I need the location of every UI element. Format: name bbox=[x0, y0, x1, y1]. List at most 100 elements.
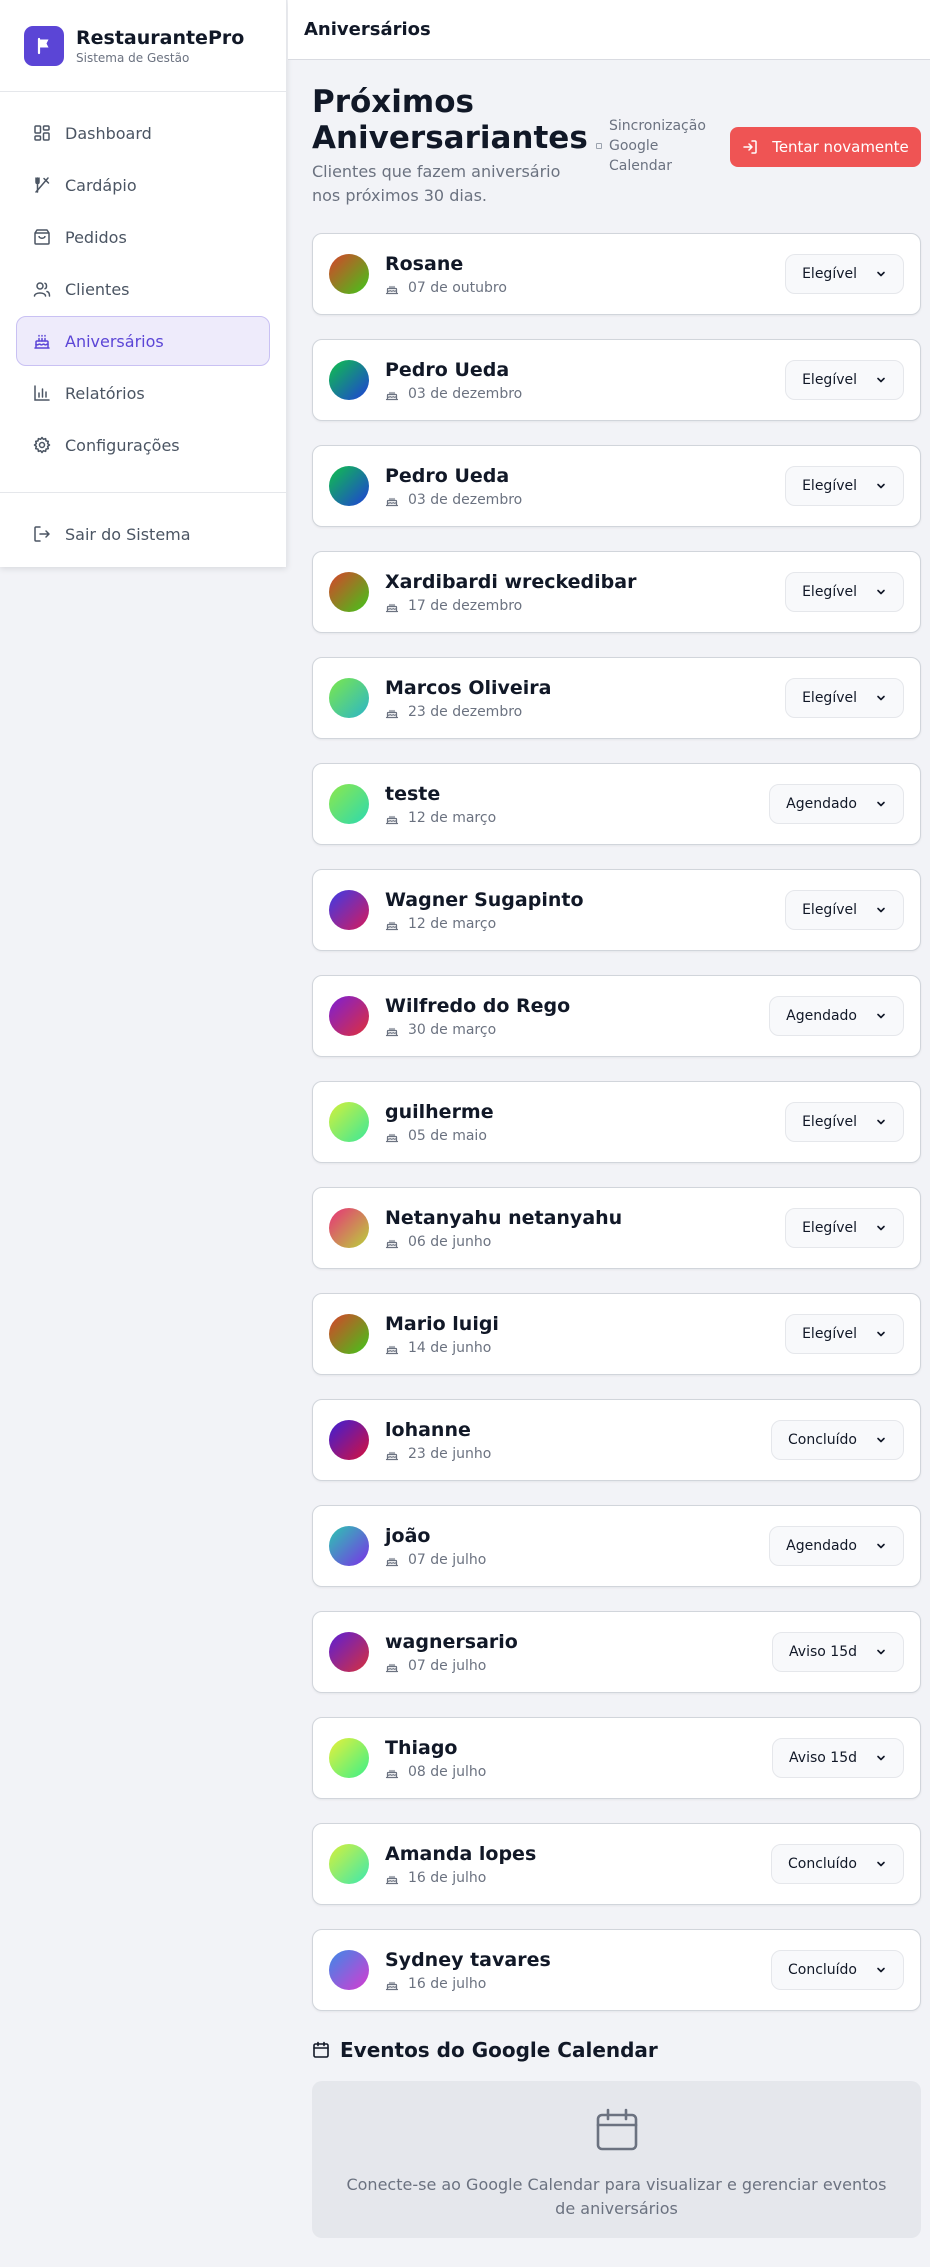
birthday-date-label: 16 de julho bbox=[408, 1869, 487, 1886]
birthday-date: 23 de dezembro bbox=[385, 702, 785, 722]
birthday-date-label: 07 de julho bbox=[408, 1551, 487, 1568]
status-select[interactable]: Elegível bbox=[785, 1102, 904, 1142]
status-value: Concluído bbox=[787, 1432, 857, 1448]
avatar bbox=[329, 1950, 369, 1990]
birthday-date-label: 12 de março bbox=[408, 809, 497, 826]
customer-name: Wagner Sugapinto bbox=[385, 888, 584, 911]
avatar bbox=[329, 1526, 369, 1566]
events-empty-text: Conecte-se ao Google Calendar para visua… bbox=[346, 2175, 887, 2218]
status-select[interactable]: Concluído bbox=[770, 1950, 904, 1990]
birthday-card: Netanyahu netanyahu 06 de junho Elegível bbox=[312, 1187, 921, 1269]
birthday-date-label: 08 de julho bbox=[408, 1763, 487, 1780]
birthday-card: wagnersario 07 de julho Aviso 15d bbox=[312, 1611, 921, 1693]
customer-name: lohanne bbox=[385, 1418, 471, 1441]
status-value: Agendado bbox=[786, 1008, 857, 1024]
customer-name: Pedro Ueda bbox=[385, 358, 510, 381]
chevron-down-icon bbox=[877, 1543, 885, 1549]
customer-name: Amanda lopes bbox=[385, 1842, 537, 1865]
sidebar-item-label: Dashboard bbox=[65, 123, 152, 143]
customer-name: Marcos Oliveira bbox=[385, 676, 552, 699]
users-icon bbox=[33, 282, 51, 297]
status-select[interactable]: Agendado bbox=[769, 996, 904, 1036]
cake-icon bbox=[385, 1769, 399, 1778]
chevron-down-icon bbox=[877, 1437, 885, 1443]
cake-icon bbox=[385, 391, 399, 400]
sync-status-label: Sincronização Google Calendar bbox=[609, 118, 706, 174]
status-select[interactable]: Agendado bbox=[769, 784, 904, 824]
sidebar-item-dashboard[interactable]: Dashboard bbox=[16, 108, 270, 158]
birthday-date: 07 de outubro bbox=[385, 278, 785, 298]
birthday-date: 30 de março bbox=[385, 1020, 769, 1040]
birthday-card: Sydney tavares 16 de julho Concluído bbox=[312, 1929, 921, 2011]
logout-button[interactable]: Sair do Sistema bbox=[16, 509, 270, 559]
cake-icon bbox=[385, 1875, 399, 1884]
status-select[interactable]: Aviso 15d bbox=[772, 1738, 904, 1778]
chevron-down-icon bbox=[877, 801, 885, 807]
sidebar-nav: Dashboard Cardápio Pedidos Clientes Aniv… bbox=[0, 92, 286, 470]
page-title: Próximos Aniversariantes bbox=[312, 84, 588, 156]
birthday-date-label: 23 de junho bbox=[408, 1445, 492, 1462]
status-value: Elegível bbox=[802, 690, 857, 706]
birthday-date: 14 de junho bbox=[385, 1338, 785, 1358]
chevron-down-icon bbox=[877, 271, 885, 277]
utensils-icon bbox=[35, 177, 50, 193]
sidebar-item-relatorios[interactable]: Relatórios bbox=[16, 368, 270, 418]
birthday-card: Marcos Oliveira 23 de dezembro Elegível bbox=[312, 657, 921, 739]
sidebar-item-pedidos[interactable]: Pedidos bbox=[16, 212, 270, 262]
avatar bbox=[329, 678, 369, 718]
chevron-down-icon bbox=[877, 589, 885, 595]
avatar bbox=[329, 572, 369, 612]
cake-icon bbox=[385, 1027, 399, 1036]
avatar bbox=[329, 996, 369, 1036]
app-subtitle: Sistema de Gestão bbox=[76, 50, 190, 65]
birthday-date-label: 07 de julho bbox=[408, 1657, 487, 1674]
status-select[interactable]: Elegível bbox=[785, 678, 904, 718]
cake-icon bbox=[385, 1345, 399, 1354]
status-value: Elegível bbox=[802, 1326, 857, 1342]
status-value: Elegível bbox=[802, 478, 857, 494]
birthday-card: Pedro Ueda 03 de dezembro Elegível bbox=[312, 339, 921, 421]
birthday-date: 03 de dezembro bbox=[385, 490, 785, 510]
chevron-down-icon bbox=[877, 1861, 885, 1867]
status-select[interactable]: Agendado bbox=[769, 1526, 904, 1566]
birthday-card: joão 07 de julho Agendado bbox=[312, 1505, 921, 1587]
retry-button[interactable]: Tentar novamente bbox=[730, 127, 921, 167]
status-value: Aviso 15d bbox=[789, 1644, 857, 1660]
sidebar-item-aniversarios[interactable]: Aniversários bbox=[16, 316, 270, 366]
customer-name: Thiago bbox=[385, 1736, 458, 1759]
shopping-bag-icon bbox=[34, 229, 50, 245]
page-subtitle: Clientes que fazem aniversário nos próxi… bbox=[312, 162, 561, 205]
birthday-date: 17 de dezembro bbox=[385, 596, 785, 616]
status-select[interactable]: Concluído bbox=[770, 1420, 904, 1460]
birthday-date-label: 23 de dezembro bbox=[408, 703, 523, 720]
status-select[interactable]: Elegível bbox=[785, 360, 904, 400]
avatar bbox=[329, 360, 369, 400]
sidebar-item-configuracoes[interactable]: Configurações bbox=[16, 420, 270, 470]
status-select[interactable]: Elegível bbox=[785, 1314, 904, 1354]
birthday-date-label: 05 de maio bbox=[408, 1127, 487, 1144]
sync-status-icon bbox=[596, 143, 602, 149]
customer-name: Sydney tavares bbox=[385, 1948, 551, 1971]
status-select[interactable]: Aviso 15d bbox=[772, 1632, 904, 1672]
birthday-date: 16 de julho bbox=[385, 1974, 771, 1994]
status-select[interactable]: Concluído bbox=[770, 1844, 904, 1884]
sidebar-item-label: Relatórios bbox=[65, 383, 145, 403]
avatar bbox=[329, 890, 369, 930]
status-select[interactable]: Elegível bbox=[785, 1208, 904, 1248]
status-select[interactable]: Elegível bbox=[785, 466, 904, 506]
birthday-date: 05 de maio bbox=[385, 1126, 785, 1146]
chevron-down-icon bbox=[877, 483, 885, 489]
status-select[interactable]: Elegível bbox=[785, 254, 904, 294]
status-value: Concluído bbox=[787, 1962, 857, 1978]
cake-icon bbox=[385, 1133, 399, 1142]
cake-icon bbox=[385, 815, 399, 824]
sidebar-item-label: Configurações bbox=[65, 435, 180, 455]
chevron-down-icon bbox=[877, 1225, 885, 1231]
status-select[interactable]: Elegível bbox=[785, 572, 904, 612]
birthday-date: 06 de junho bbox=[385, 1232, 785, 1252]
sidebar-item-clientes[interactable]: Clientes bbox=[16, 264, 270, 314]
birthday-card: Mario luigi 14 de junho Elegível bbox=[312, 1293, 921, 1375]
sidebar-item-cardapio[interactable]: Cardápio bbox=[16, 160, 270, 210]
avatar bbox=[329, 466, 369, 506]
status-select[interactable]: Elegível bbox=[785, 890, 904, 930]
